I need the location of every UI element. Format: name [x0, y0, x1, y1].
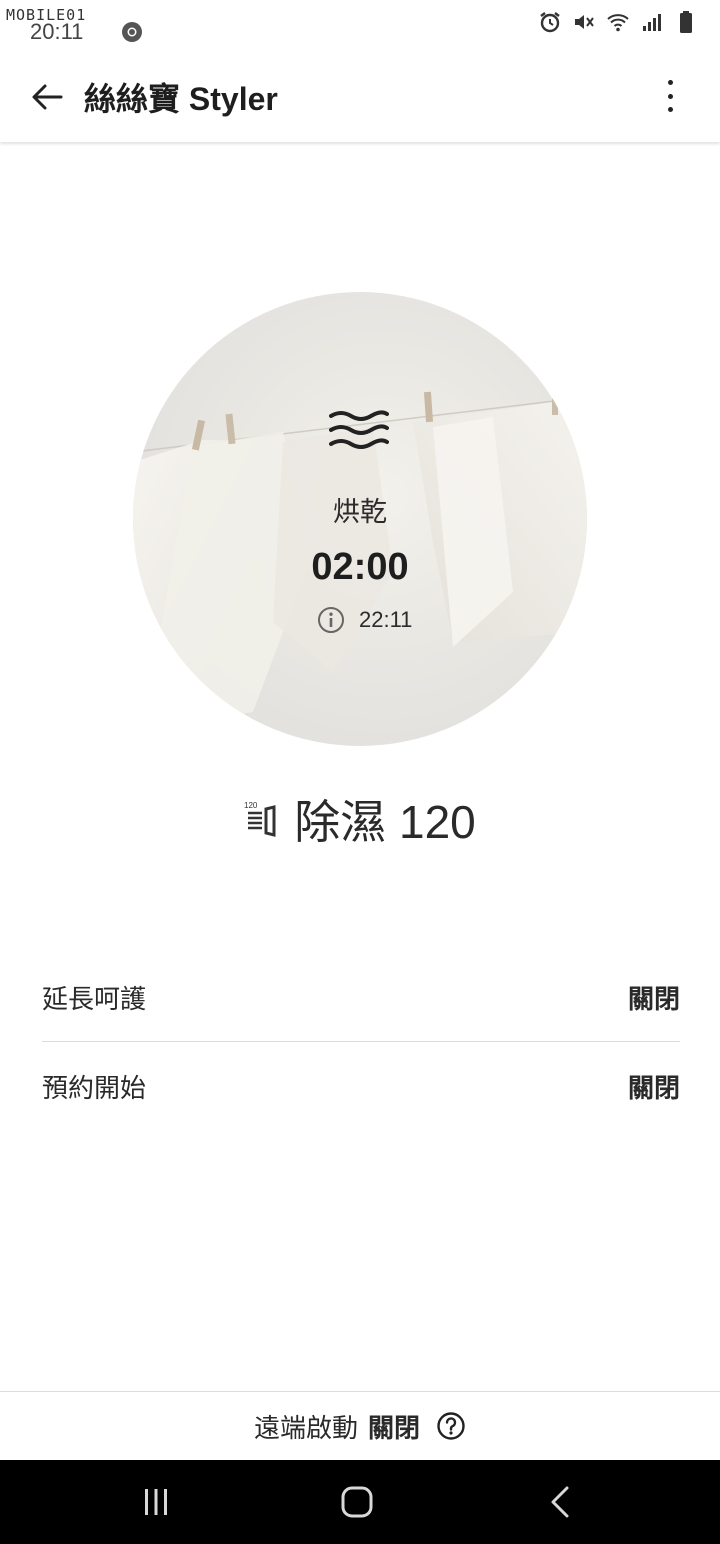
- end-time-row: 22:11: [317, 606, 412, 634]
- status-bar: MOBILE01 20:11: [0, 0, 720, 52]
- end-time: 22:11: [359, 607, 413, 632]
- app-header: 絲絲寶 Styler: [0, 52, 720, 142]
- home-button[interactable]: [335, 1480, 379, 1524]
- more-dot-icon: [667, 93, 673, 99]
- arrow-left-icon: [32, 84, 63, 110]
- course-name: 除濕 120: [294, 796, 476, 848]
- mute-icon: [575, 15, 594, 29]
- setting-label: 預約開始: [42, 1072, 147, 1103]
- home-icon: [341, 1486, 373, 1518]
- system-nav-bar: [0, 1460, 720, 1544]
- course-row: 120 除濕 120: [0, 786, 720, 852]
- remote-start-bar: 遠端啟動 關閉: [0, 1391, 720, 1460]
- course-dehumidify-icon: 120: [244, 801, 276, 837]
- setting-delay-start[interactable]: 預約開始 關閉: [42, 1042, 680, 1130]
- chevron-left-icon: [551, 1486, 569, 1518]
- wifi-icon: [607, 14, 629, 32]
- info-icon: [318, 607, 344, 633]
- cycle-mode-label: 烘乾: [333, 497, 387, 527]
- course-icon-badge: 120: [244, 801, 258, 810]
- alarm-icon: [540, 12, 560, 33]
- help-icon[interactable]: [436, 1411, 466, 1441]
- remote-start-label: 遠端啟動: [253, 1412, 358, 1443]
- back-button[interactable]: [30, 80, 64, 114]
- setting-value: 關閉: [627, 984, 680, 1014]
- more-dot-icon: [667, 107, 673, 112]
- battery-icon: [680, 11, 692, 33]
- status-left: 20:11: [10, 6, 143, 46]
- drying-wave-icon: [329, 410, 389, 449]
- setting-value: 關閉: [627, 1072, 680, 1103]
- recents-icon: [145, 1489, 167, 1515]
- more-options-button[interactable]: [660, 74, 680, 118]
- chrome-icon: [122, 22, 143, 42]
- page-title: 絲絲寶 Styler: [84, 81, 278, 117]
- cycle-status-circle: 烘乾 02:00 22:11: [133, 292, 587, 746]
- setting-extended-care[interactable]: 延長呵護 關閉: [42, 954, 680, 1042]
- cycle-info: 烘乾 02:00 22:11: [133, 292, 587, 746]
- status-time: 20:11: [30, 19, 84, 44]
- recents-button[interactable]: [134, 1480, 178, 1524]
- status-icons: [538, 10, 698, 34]
- system-back-button[interactable]: [538, 1480, 582, 1524]
- remote-start-status: 關閉: [368, 1412, 421, 1443]
- setting-label: 延長呵護: [42, 984, 147, 1014]
- more-dot-icon: [667, 80, 673, 85]
- signal-icon: [643, 14, 661, 31]
- remaining-time: 02:00: [311, 546, 409, 588]
